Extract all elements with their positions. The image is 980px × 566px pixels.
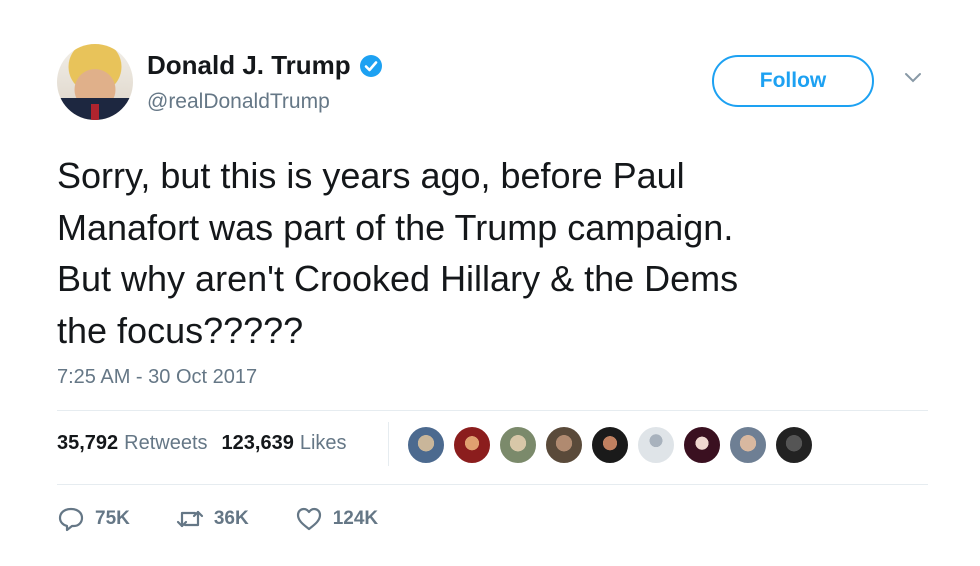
liker-avatar[interactable] xyxy=(499,426,537,464)
tweet-text: Sorry, but this is years ago, before Pau… xyxy=(57,150,937,356)
divider-top xyxy=(57,410,928,411)
retweet-action[interactable]: 36K xyxy=(176,506,249,532)
liker-avatar[interactable] xyxy=(591,426,629,464)
author-handle[interactable]: @realDonaldTrump xyxy=(147,90,330,114)
retweets-label[interactable]: Retweets xyxy=(124,432,207,455)
likes-label[interactable]: Likes xyxy=(300,432,347,455)
tweet-line: Sorry, but this is years ago, before Pau… xyxy=(57,155,685,196)
retweet-count: 36K xyxy=(213,508,249,529)
liker-avatar[interactable] xyxy=(775,426,813,464)
reply-action[interactable]: 75K xyxy=(57,506,130,532)
liker-avatar[interactable] xyxy=(453,426,491,464)
liker-avatar[interactable] xyxy=(545,426,583,464)
chevron-down-icon[interactable] xyxy=(903,71,923,85)
author-name[interactable]: Donald J. Trump xyxy=(147,50,351,81)
author-avatar[interactable] xyxy=(57,44,133,120)
engagement-stats: 35,792 Retweets 123,639 Likes xyxy=(57,432,347,455)
like-action[interactable]: 124K xyxy=(295,506,378,532)
liker-avatar[interactable] xyxy=(407,426,445,464)
liker-avatar[interactable] xyxy=(637,426,675,464)
tweet-actions: 75K 36K 124K xyxy=(57,506,378,532)
tweet-line: the focus????? xyxy=(57,309,304,351)
retweets-count[interactable]: 35,792 xyxy=(57,432,118,455)
liker-avatar[interactable] xyxy=(683,426,721,464)
reply-count: 75K xyxy=(95,508,130,529)
tweet-line: Manafort was part of the Trump campaign. xyxy=(57,206,734,248)
likes-count[interactable]: 123,639 xyxy=(222,432,294,455)
divider-bottom xyxy=(57,484,928,485)
retweet-icon xyxy=(176,510,203,528)
tweet-timestamp[interactable]: 7:25 AM - 30 Oct 2017 xyxy=(57,366,257,389)
follow-button[interactable]: Follow xyxy=(712,55,874,107)
reply-icon xyxy=(58,507,84,532)
author-name-row: Donald J. Trump xyxy=(147,50,383,81)
heart-icon xyxy=(296,507,321,531)
verified-badge-icon xyxy=(359,54,382,77)
avatar-tie xyxy=(91,104,99,120)
tweet-line: But why aren't Crooked Hillary & the Dem… xyxy=(57,258,739,299)
stats-separator xyxy=(388,422,389,466)
like-count: 124K xyxy=(332,508,379,529)
liker-avatar[interactable] xyxy=(729,426,767,464)
